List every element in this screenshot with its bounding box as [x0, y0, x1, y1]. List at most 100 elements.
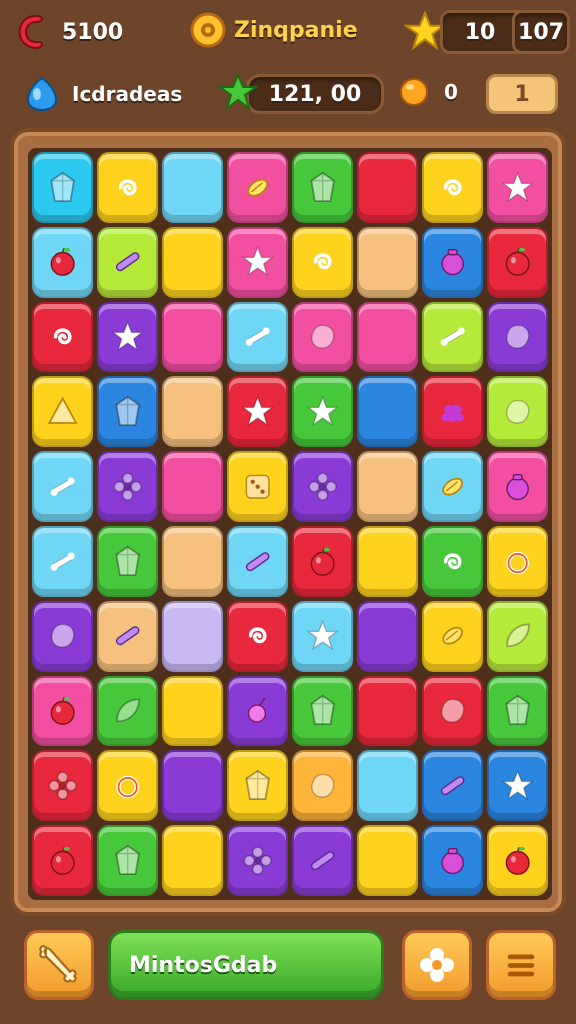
board-tile[interactable] — [487, 226, 548, 298]
board-tile[interactable] — [32, 600, 93, 672]
board-tile[interactable] — [357, 526, 418, 597]
board-tile[interactable] — [487, 750, 548, 822]
board-tile[interactable] — [162, 152, 223, 223]
board-tile[interactable] — [32, 451, 93, 522]
board-tile[interactable] — [422, 675, 483, 747]
board-tile[interactable] — [357, 600, 418, 672]
board-tile[interactable] — [162, 750, 223, 822]
board-tile[interactable] — [422, 301, 483, 373]
board-tile[interactable] — [162, 675, 223, 747]
board-tile[interactable] — [162, 825, 223, 896]
board-tile[interactable] — [32, 152, 93, 223]
plus-booster-button[interactable] — [402, 930, 472, 1000]
board-tile[interactable] — [32, 526, 93, 597]
board-tile[interactable] — [97, 600, 158, 672]
flower-icon — [243, 846, 272, 875]
board-tile[interactable] — [32, 301, 93, 373]
board-tile[interactable] — [422, 825, 483, 896]
board-tile[interactable] — [162, 526, 223, 597]
moves-box[interactable]: 1 — [486, 74, 558, 114]
bone-booster-button[interactable] — [24, 930, 94, 1000]
board-tile[interactable] — [357, 675, 418, 747]
board-tile[interactable] — [487, 825, 548, 896]
menu-button[interactable] — [486, 930, 556, 1000]
board-tile[interactable] — [162, 301, 223, 373]
board-tile[interactable] — [292, 825, 353, 896]
board-tile[interactable] — [292, 750, 353, 822]
board-tile[interactable] — [227, 675, 288, 747]
apple-icon — [505, 248, 530, 277]
second-hud: Icdradeas 121, 00 0 1 — [0, 68, 576, 118]
swirl-icon — [53, 328, 72, 345]
board-tile[interactable] — [422, 152, 483, 223]
board-tile[interactable] — [487, 675, 548, 747]
board-tile[interactable] — [357, 226, 418, 298]
board-tile[interactable] — [357, 152, 418, 223]
board-tile[interactable] — [422, 451, 483, 522]
board-tile[interactable] — [487, 301, 548, 373]
board-tile[interactable] — [227, 451, 288, 522]
board-tile[interactable] — [97, 226, 158, 298]
board-tile[interactable] — [292, 376, 353, 448]
board-tile[interactable] — [32, 226, 93, 298]
gems-counter: Icdradeas — [22, 74, 182, 114]
board-tile[interactable] — [227, 825, 288, 896]
board-tile[interactable] — [292, 451, 353, 522]
board-tile[interactable] — [227, 750, 288, 822]
tri-icon — [47, 396, 78, 424]
board-tile[interactable] — [97, 675, 158, 747]
board-tile[interactable] — [487, 600, 548, 672]
board-tile[interactable] — [422, 376, 483, 448]
candy-icon — [442, 627, 463, 646]
board-tile[interactable] — [32, 675, 93, 747]
board-tile[interactable] — [487, 526, 548, 597]
star-icon — [306, 395, 339, 427]
progress-bar[interactable]: MintosGdab — [108, 930, 384, 1000]
board-tile[interactable] — [487, 376, 548, 448]
board-tile[interactable] — [227, 226, 288, 298]
board-tile[interactable] — [357, 750, 418, 822]
board-tile[interactable] — [97, 526, 158, 597]
board-tile[interactable] — [162, 226, 223, 298]
board-tile[interactable] — [32, 825, 93, 896]
board-tile[interactable] — [227, 376, 288, 448]
board-tile[interactable] — [162, 376, 223, 448]
lives-counter: 5100 — [14, 12, 123, 52]
board-tile[interactable] — [422, 750, 483, 822]
board-tile[interactable] — [292, 152, 353, 223]
board-tile[interactable] — [97, 152, 158, 223]
board-tile[interactable] — [32, 376, 93, 448]
board-tile[interactable] — [162, 600, 223, 672]
board-tile[interactable] — [227, 152, 288, 223]
board-tile[interactable] — [422, 526, 483, 597]
board-tile[interactable] — [292, 226, 353, 298]
board-tile[interactable] — [32, 750, 93, 822]
board-tile[interactable] — [357, 451, 418, 522]
blob-icon — [505, 324, 530, 350]
board-tile[interactable] — [487, 451, 548, 522]
board-tile[interactable] — [97, 825, 158, 896]
best-box[interactable]: 107 — [512, 10, 570, 54]
board-tile[interactable] — [487, 152, 548, 223]
board-tile[interactable] — [227, 526, 288, 597]
board-tile[interactable] — [357, 376, 418, 448]
board-tile[interactable] — [162, 451, 223, 522]
board-tile[interactable] — [422, 600, 483, 672]
board-tile[interactable] — [422, 226, 483, 298]
blob-icon — [505, 399, 530, 424]
board-tile[interactable] — [292, 526, 353, 597]
gem-icon — [505, 695, 530, 726]
board-tile[interactable] — [97, 301, 158, 373]
board-tile[interactable] — [292, 301, 353, 373]
board-tile[interactable] — [292, 600, 353, 672]
board-tile[interactable] — [292, 675, 353, 747]
board-tile[interactable] — [357, 825, 418, 896]
board-tile[interactable] — [357, 301, 418, 373]
board-tile[interactable] — [97, 750, 158, 822]
board-tile[interactable] — [227, 301, 288, 373]
board-tile[interactable] — [97, 376, 158, 448]
board-tile[interactable] — [97, 451, 158, 522]
leaf-icon — [506, 623, 530, 648]
board-tile[interactable] — [227, 600, 288, 672]
score-box: 121, 00 — [246, 74, 384, 114]
